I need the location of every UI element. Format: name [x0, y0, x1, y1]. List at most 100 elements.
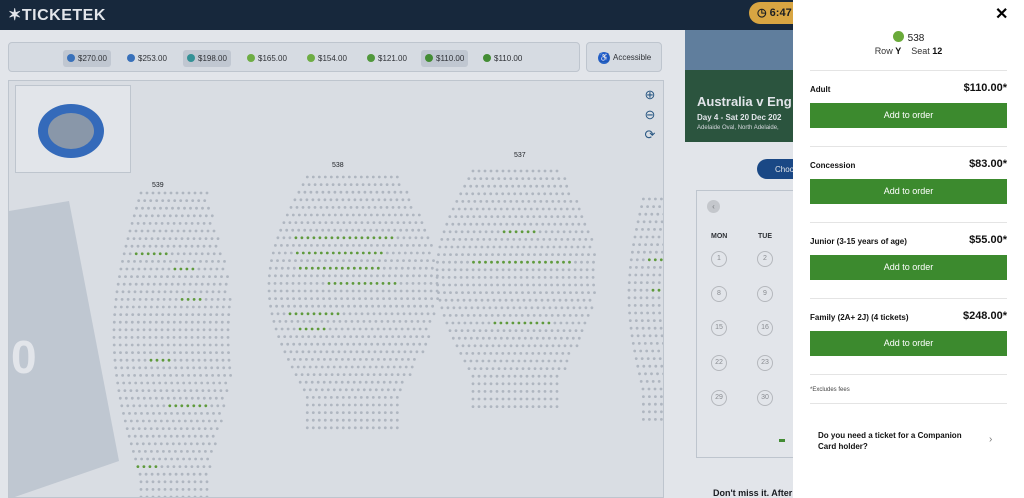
- seat-dot[interactable]: [204, 472, 208, 476]
- seat-dot[interactable]: [150, 237, 154, 241]
- seat-dot[interactable]: [120, 366, 124, 370]
- seat-dot[interactable]: [364, 297, 367, 300]
- seat-dot[interactable]: [481, 207, 485, 211]
- seat-dot[interactable]: [573, 276, 577, 279]
- seat-dot[interactable]: [279, 289, 283, 293]
- seat-dot[interactable]: [220, 320, 224, 324]
- seat-dot[interactable]: [183, 206, 186, 210]
- seat-dot[interactable]: [571, 321, 575, 325]
- seat-dot[interactable]: [177, 442, 181, 446]
- seat-dot[interactable]: [523, 321, 527, 325]
- seat-dot[interactable]: [268, 266, 272, 270]
- seat-dot[interactable]: [469, 222, 473, 226]
- seat-dot[interactable]: [320, 365, 324, 369]
- seat-dot[interactable]: [382, 327, 386, 331]
- seat-dot[interactable]: [312, 236, 316, 240]
- seat-dot[interactable]: [483, 374, 487, 378]
- seat-dot[interactable]: [347, 403, 351, 407]
- seat-dot[interactable]: [645, 304, 649, 307]
- seat-dot[interactable]: [548, 306, 552, 310]
- seat-dot[interactable]: [495, 169, 499, 173]
- seat-dot[interactable]: [489, 390, 493, 393]
- seat-dot[interactable]: [211, 290, 215, 294]
- seat-dot[interactable]: [185, 305, 189, 309]
- seat-dot[interactable]: [544, 329, 548, 332]
- seat-dot[interactable]: [659, 228, 662, 231]
- seat-dot[interactable]: [471, 192, 475, 196]
- seat-dot[interactable]: [197, 313, 201, 316]
- seat-dot[interactable]: [125, 358, 129, 362]
- seat-dot[interactable]: [639, 235, 643, 239]
- seat-dot[interactable]: [199, 374, 203, 377]
- seat-dot[interactable]: [369, 282, 373, 285]
- seat-dot[interactable]: [313, 183, 317, 186]
- seat-dot[interactable]: [222, 404, 226, 408]
- seat-dot[interactable]: [555, 390, 559, 393]
- seat-dot[interactable]: [418, 327, 422, 331]
- seat-dot[interactable]: [562, 329, 566, 332]
- seat-dot[interactable]: [376, 380, 380, 384]
- seat-dot[interactable]: [393, 228, 397, 232]
- seat-dot[interactable]: [168, 450, 171, 453]
- seat-dot[interactable]: [378, 236, 382, 240]
- seat-dot[interactable]: [274, 244, 277, 247]
- seat-dot[interactable]: [473, 344, 477, 348]
- seat-dot[interactable]: [636, 334, 640, 338]
- seat-dot[interactable]: [163, 260, 166, 263]
- seat-dot[interactable]: [443, 253, 446, 256]
- seat-dot[interactable]: [536, 238, 540, 241]
- seat-dot[interactable]: [477, 382, 481, 386]
- seat-dot[interactable]: [148, 396, 152, 400]
- seat-dot[interactable]: [448, 260, 451, 264]
- seat-dot[interactable]: [132, 404, 136, 408]
- seat-dot[interactable]: [575, 253, 578, 256]
- seat-dot[interactable]: [389, 426, 393, 430]
- seat-dot[interactable]: [534, 245, 538, 249]
- seat-dot[interactable]: [206, 229, 210, 233]
- seat-dot[interactable]: [649, 342, 653, 345]
- seat-dot[interactable]: [363, 289, 367, 293]
- seat-dot[interactable]: [325, 183, 329, 186]
- seat-dot[interactable]: [305, 403, 309, 407]
- seat-dot[interactable]: [574, 260, 577, 264]
- seat-dot[interactable]: [147, 389, 151, 392]
- seat-dot[interactable]: [287, 304, 290, 308]
- seat-dot[interactable]: [377, 304, 380, 308]
- seat-dot[interactable]: [330, 236, 334, 240]
- seat-dot[interactable]: [119, 267, 123, 271]
- seat-dot[interactable]: [524, 306, 528, 310]
- seat-dot[interactable]: [206, 457, 210, 461]
- seat-dot[interactable]: [150, 404, 154, 408]
- seat-dot[interactable]: [359, 426, 363, 430]
- seat-dot[interactable]: [207, 389, 211, 392]
- seat-dot[interactable]: [349, 206, 353, 209]
- seat-dot[interactable]: [156, 237, 160, 241]
- seat-dot[interactable]: [524, 238, 528, 241]
- seat-dot[interactable]: [454, 215, 458, 219]
- seat-dot[interactable]: [361, 335, 365, 338]
- seat-dot[interactable]: [491, 177, 495, 180]
- seat-dot[interactable]: [166, 328, 170, 332]
- seat-dot[interactable]: [395, 411, 399, 414]
- seat-dot[interactable]: [300, 259, 303, 262]
- seat-dot[interactable]: [181, 488, 185, 491]
- seat-dot[interactable]: [209, 305, 213, 309]
- seat-dot[interactable]: [659, 387, 663, 391]
- seat-dot[interactable]: [346, 274, 349, 278]
- seat-dot[interactable]: [335, 358, 338, 361]
- seat-dot[interactable]: [408, 259, 411, 262]
- seat-dot[interactable]: [402, 221, 406, 225]
- seat-dot[interactable]: [334, 244, 337, 247]
- seat-dot[interactable]: [399, 289, 403, 293]
- seat-dot[interactable]: [202, 222, 206, 225]
- seat-dot[interactable]: [147, 419, 151, 423]
- seat-dot[interactable]: [517, 222, 521, 226]
- seat-dot[interactable]: [482, 238, 486, 241]
- seat-dot[interactable]: [172, 222, 176, 225]
- seat-dot[interactable]: [140, 229, 144, 233]
- seat-dot[interactable]: [134, 457, 137, 461]
- seat-dot[interactable]: [365, 403, 369, 407]
- seat-dot[interactable]: [437, 253, 440, 256]
- seat-dot[interactable]: [205, 260, 208, 263]
- seat-dot[interactable]: [483, 268, 487, 272]
